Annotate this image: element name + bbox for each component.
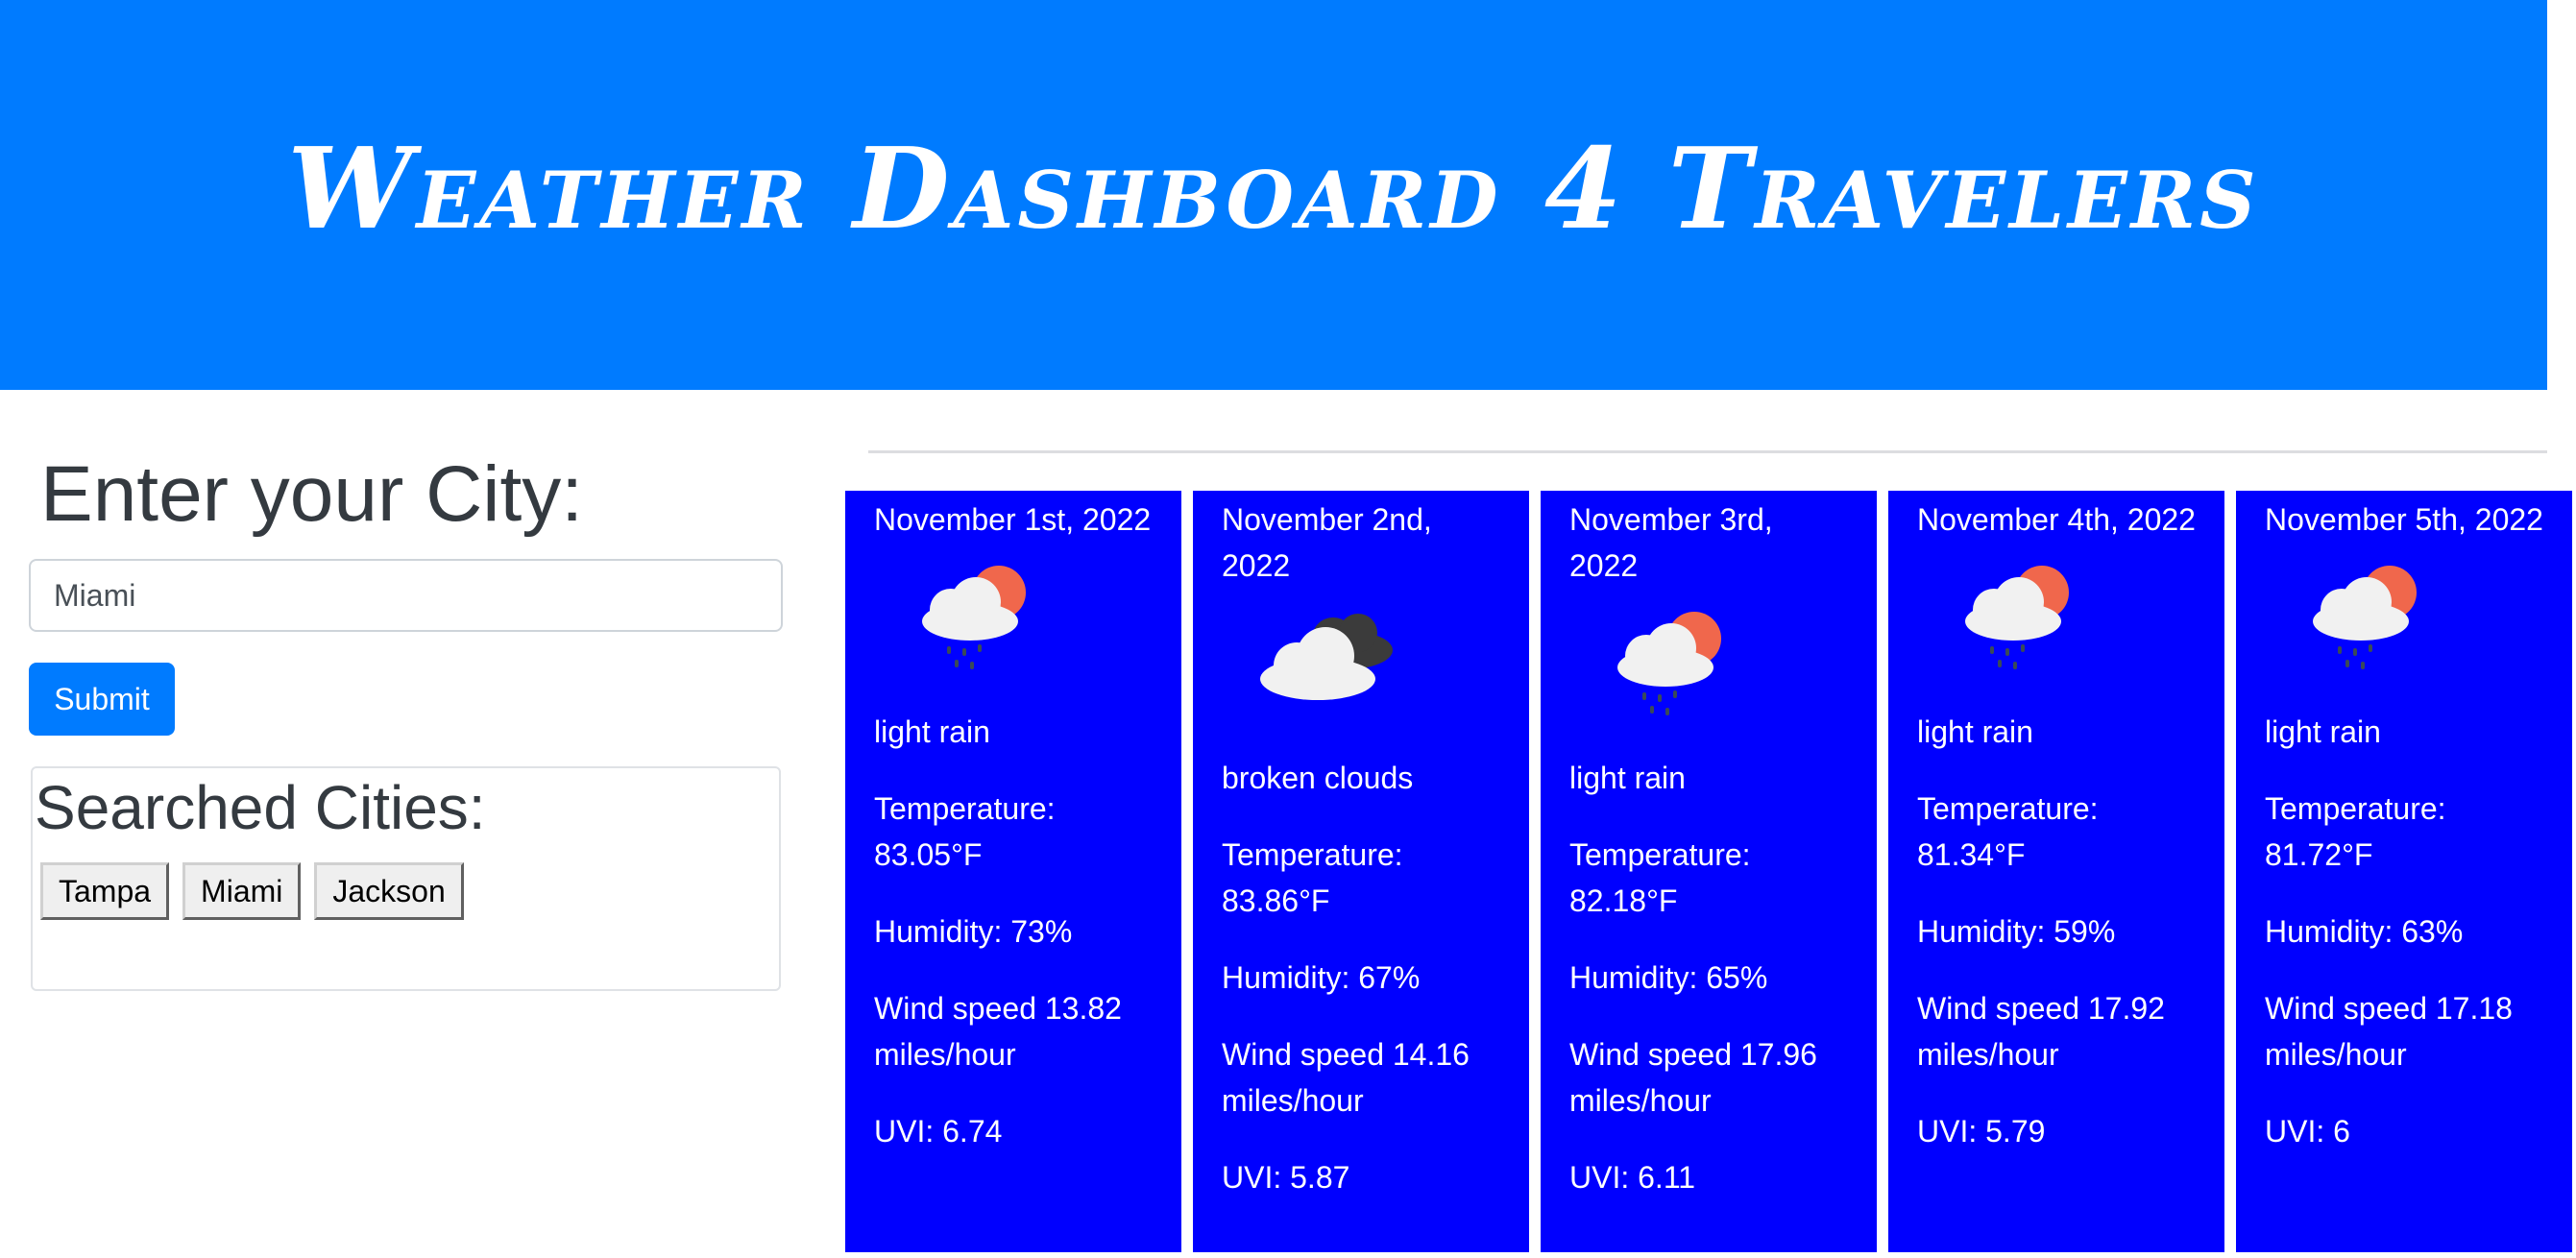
forecast-uvi: UVI: 6.74 xyxy=(874,1114,1003,1149)
forecast-card: November 2nd, 2022 broken clouds Tempera… xyxy=(1193,491,1529,1252)
search-heading: Enter your City: xyxy=(40,450,584,538)
search-panel: Enter your City: Submit Searched Cities:… xyxy=(29,450,783,991)
searched-cities-panel: Searched Cities: Tampa Miami Jackson xyxy=(31,766,781,991)
city-button-tampa[interactable]: Tampa xyxy=(40,862,170,921)
forecast-wind: Wind speed 17.92 miles/hour xyxy=(1917,991,2165,1072)
forecast-date: November 3rd, 2022 xyxy=(1569,502,1773,583)
forecast-description: light rain xyxy=(1569,761,1686,795)
forecast-humidity: Humidity: 73% xyxy=(874,914,1073,949)
forecast-humidity: Humidity: 63% xyxy=(2265,914,2464,949)
forecast-date: November 5th, 2022 xyxy=(2265,502,2543,537)
rain-sun-icon xyxy=(922,566,1026,669)
forecast-card: November 4th, 2022 light rain Temperatur… xyxy=(1888,491,2224,1252)
forecast-date: November 2nd, 2022 xyxy=(1222,502,1432,583)
forecast-humidity: Humidity: 65% xyxy=(1569,960,1768,995)
searched-cities-heading: Searched Cities: xyxy=(35,773,486,842)
submit-button[interactable]: Submit xyxy=(29,663,175,736)
forecast-humidity: Humidity: 67% xyxy=(1222,960,1421,995)
rain-sun-icon xyxy=(2313,566,2417,669)
forecast-temperature: Temperature: 81.34°F xyxy=(1917,791,2099,872)
forecast-humidity: Humidity: 59% xyxy=(1917,914,2116,949)
searched-cities-list: Tampa Miami Jackson xyxy=(40,862,779,921)
city-button-miami[interactable]: Miami xyxy=(182,862,302,921)
page-title: Weather Dashboard 4 Travelers xyxy=(287,124,2260,254)
rain-sun-icon xyxy=(1617,612,1721,715)
forecast-uvi: UVI: 5.79 xyxy=(1917,1114,2046,1149)
forecast-description: light rain xyxy=(1917,714,2033,749)
page-header: Weather Dashboard 4 Travelers xyxy=(0,0,2547,390)
forecast-card: November 5th, 2022 light rain Temperatur… xyxy=(2236,491,2572,1252)
forecast-description: light rain xyxy=(874,714,990,749)
forecast-wind: Wind speed 17.18 miles/hour xyxy=(2265,991,2513,1072)
city-input[interactable] xyxy=(29,559,783,632)
broken-clouds-icon xyxy=(1260,614,1393,700)
forecast-wind: Wind speed 17.96 miles/hour xyxy=(1569,1037,1817,1118)
forecast-date: November 4th, 2022 xyxy=(1917,502,2196,537)
city-button-jackson[interactable]: Jackson xyxy=(314,862,464,921)
forecast-temperature: Temperature: 83.05°F xyxy=(874,791,1056,872)
forecast-uvi: UVI: 5.87 xyxy=(1222,1160,1350,1195)
forecast-description: light rain xyxy=(2265,714,2381,749)
forecast-card: November 1st, 2022 light rain Temperatur… xyxy=(845,491,1181,1252)
forecast-temperature: Temperature: 81.72°F xyxy=(2265,791,2446,872)
forecast-wind: Wind speed 14.16 miles/hour xyxy=(1222,1037,1470,1118)
forecast-uvi: UVI: 6.11 xyxy=(1569,1160,1696,1195)
rain-sun-icon xyxy=(1965,566,2069,669)
forecast-card: November 3rd, 2022 light rain Temperatur… xyxy=(1541,491,1877,1252)
forecast-date: November 1st, 2022 xyxy=(874,502,1152,537)
forecast-temperature: Temperature: 82.18°F xyxy=(1569,837,1751,918)
forecast-uvi: UVI: 6 xyxy=(2265,1114,2350,1149)
forecast-wind: Wind speed 13.82 miles/hour xyxy=(874,991,1122,1072)
forecast-description: broken clouds xyxy=(1222,761,1414,795)
forecast-temperature: Temperature: 83.86°F xyxy=(1222,837,1403,918)
divider xyxy=(868,450,2547,453)
